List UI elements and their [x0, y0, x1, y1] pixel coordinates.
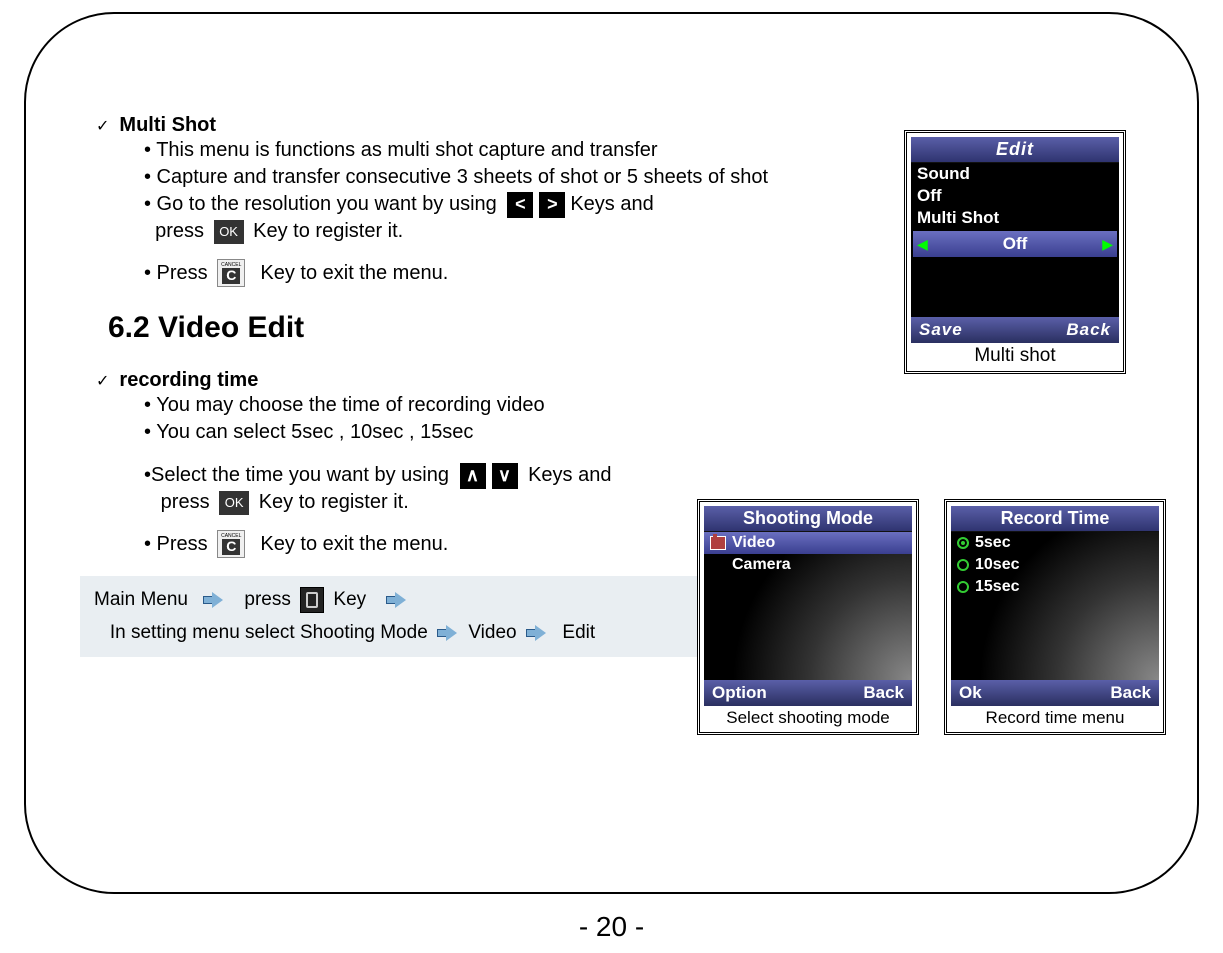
page-number: - 20 -: [0, 911, 1223, 943]
phone-selector-row: ◀ Off ▶: [913, 231, 1117, 257]
phone-option-label: 5sec: [975, 534, 1011, 552]
arrow-right-icon: [437, 626, 459, 640]
phone-option-label: 15sec: [975, 578, 1020, 596]
phone-option-row: Camera: [704, 554, 912, 576]
radio-icon: [957, 581, 969, 593]
phone-screenshot-record-time: Record Time 5sec 10sec 15s: [944, 499, 1166, 735]
phone-option-row: Video: [704, 532, 912, 554]
phone-menu-item: Sound: [911, 163, 1119, 185]
phone-menu-item: Off: [911, 185, 1119, 207]
bullet-text: • Press CANCELC Key to exit the menu.: [144, 259, 864, 287]
phone-caption: Multi shot: [911, 343, 1119, 367]
cancel-key-icon: CANCELC: [217, 530, 245, 558]
right-triangle-icon: ▶: [1102, 236, 1113, 253]
section-title: recording time: [119, 369, 258, 392]
cancel-key-icon: CANCELC: [217, 259, 245, 287]
softkey-right: Back: [863, 683, 904, 703]
breadcrumb: Main Menu press Key In setting menu sele…: [80, 576, 720, 657]
phone-softkeys: Option Back: [704, 680, 912, 706]
right-arrow-key-icon: >: [539, 192, 565, 218]
bullet-text: • You may choose the time of recording v…: [144, 392, 664, 419]
arrow-right-icon: [526, 626, 548, 640]
phone-option-label: Video: [732, 534, 775, 552]
phone-caption: Record time menu: [951, 706, 1159, 728]
bullet-text: press OK Key to register it.: [144, 489, 664, 516]
check-icon: ✓: [96, 116, 109, 136]
video-icon: [710, 536, 726, 550]
radio-selected-icon: [957, 537, 969, 549]
arrow-right-icon: [203, 593, 225, 607]
page-frame: ✓ Multi Shot • This menu is functions as…: [24, 12, 1199, 894]
phone-titlebar: Edit: [911, 137, 1119, 163]
check-icon: ✓: [96, 371, 109, 391]
phone-screenshot-multishot: Edit Sound Off Multi Shot ◀ Off ▶ Save: [904, 130, 1126, 374]
section-title: Multi Shot: [119, 114, 216, 137]
bullet-text: press OK Key to register it.: [144, 218, 864, 245]
phone-option-label: 10sec: [975, 556, 1020, 574]
left-arrow-key-icon: <: [507, 192, 533, 218]
softkey-right: Back: [1110, 683, 1151, 703]
phone-titlebar: Shooting Mode: [704, 506, 912, 532]
softkey-left: Option: [712, 683, 767, 703]
ok-key-icon: OK: [214, 220, 244, 244]
bullet-text: • Press CANCELC Key to exit the menu.: [144, 530, 664, 558]
camera-key-icon: [300, 587, 324, 613]
phone-menu-item: Multi Shot: [911, 207, 1119, 229]
phone-softkeys: Ok Back: [951, 680, 1159, 706]
ok-key-icon: OK: [219, 491, 249, 515]
bullet-text: • This menu is functions as multi shot c…: [144, 137, 864, 164]
softkey-left: Ok: [959, 683, 982, 703]
left-triangle-icon: ◀: [917, 236, 928, 253]
phone-titlebar: Record Time: [951, 506, 1159, 532]
bullet-text: • Capture and transfer consecutive 3 she…: [144, 164, 864, 191]
phone-option-row: 15sec: [951, 576, 1159, 598]
radio-icon: [957, 559, 969, 571]
softkey-left: Save: [919, 320, 963, 340]
bullet-text: •Select the time you want by using ∧ ∨ K…: [144, 462, 664, 489]
bullet-text: • Go to the resolution you want by using…: [144, 191, 864, 218]
bullet-text: • You can select 5sec , 10sec , 15sec: [144, 419, 664, 446]
phone-screenshot-shooting-mode: Shooting Mode Video Camera Option: [697, 499, 919, 735]
softkey-right: Back: [1066, 320, 1111, 340]
phone-option-row: 10sec: [951, 554, 1159, 576]
phone-caption: Select shooting mode: [704, 706, 912, 728]
phone-softkeys: Save Back: [911, 317, 1119, 343]
up-arrow-key-icon: ∧: [460, 463, 486, 489]
phone-selected-value: Off: [1003, 234, 1028, 254]
phone-option-row: 5sec: [951, 532, 1159, 554]
arrow-right-icon: [386, 593, 408, 607]
down-arrow-key-icon: ∨: [492, 463, 518, 489]
phone-option-label: Camera: [732, 556, 791, 574]
